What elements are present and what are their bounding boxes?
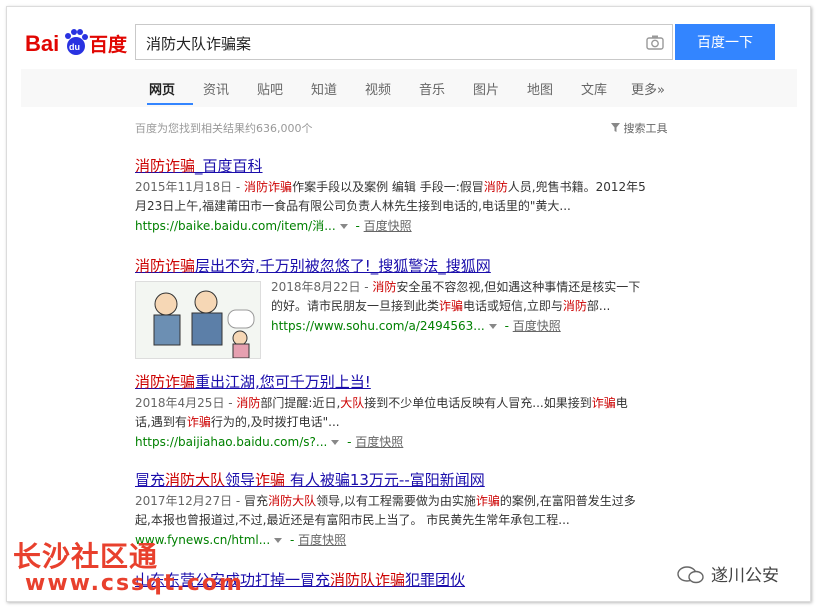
result-count: 百度为您找到相关结果约636,000个 [135,122,313,135]
svg-text:百度: 百度 [89,33,128,56]
search-box[interactable] [135,24,673,60]
search-tools-label: 搜索工具 [623,122,668,135]
search-result: 消防诈骗层出不穷,千万别被忽悠了!_搜狐警法_搜狐网 2018年8月22日 - … [135,255,675,359]
snapshot-link[interactable]: 百度快照 [513,319,561,333]
search-result: 冒充消防大队领导诈骗 有人被骗13万元--富阳新闻网 2017年12月27日 -… [135,469,675,548]
svg-text:du: du [69,42,80,52]
watermark-site-name: 长沙社区通 [13,540,159,573]
tab-tieba[interactable]: 贴吧 [257,79,283,98]
wechat-icon [677,566,704,584]
search-button[interactable]: 百度一下 [675,24,775,60]
tab-images[interactable]: 图片 [473,79,499,98]
tab-map[interactable]: 地图 [527,79,553,98]
chevron-down-icon[interactable] [274,538,283,543]
watermark-account: 遂川公安 [711,566,779,586]
result-thumbnail[interactable] [135,281,261,359]
search-result: 消防诈骗_百度百科 2015年11月18日 - 消防诈骗作案手段以及案例 编辑 … [135,155,675,234]
camera-icon[interactable] [646,34,664,50]
chevron-down-icon[interactable] [331,440,340,445]
result-title[interactable]: 消防诈骗重出江湖,您可千万别上当! [135,371,675,392]
snapshot-link[interactable]: 百度快照 [355,435,403,449]
watermark-site-url: www.cssqt.com [25,571,244,596]
nav-tabs: 网页 资讯 贴吧 知道 视频 音乐 图片 地图 文库 更多» [21,69,797,107]
result-url[interactable]: https://baike.baidu.com/item/消... - 百度快照 [135,217,675,234]
result-url[interactable]: https://baijiahao.baidu.com/s?... - 百度快照 [135,433,675,450]
result-title[interactable]: 消防诈骗层出不穷,千万别被忽悠了!_搜狐警法_搜狐网 [135,255,675,276]
tab-news[interactable]: 资讯 [203,79,229,98]
tab-webpage[interactable]: 网页 [149,79,175,98]
browser-frame: Bai du 百度 百度一下 网页 资讯 [6,6,811,602]
tab-music[interactable]: 音乐 [419,79,445,98]
result-url[interactable]: www.fynews.cn/html... - 百度快照 [135,531,675,548]
result-abstract: 2017年12月27日 - 冒充消防大队领导,以有工程需要做为由实施诈骗的案例,… [135,494,636,527]
result-title[interactable]: 消防诈骗_百度百科 [135,155,675,176]
snapshot-link[interactable]: 百度快照 [364,219,412,233]
active-tab-indicator [147,103,193,105]
baidu-logo[interactable]: Bai du 百度 [25,27,135,57]
search-result: 消防诈骗重出江湖,您可千万别上当! 2018年4月25日 - 消防部门提醒:近日… [135,371,675,450]
tab-zhidao[interactable]: 知道 [311,79,337,98]
search-input[interactable] [144,31,638,55]
result-abstract: 2018年4月25日 - 消防部门提醒:近日,大队接到不少单位电话反映有人冒充.… [135,396,628,429]
search-header: Bai du 百度 百度一下 [7,7,810,69]
result-abstract: 2015年11月18日 - 消防诈骗作案手段以及案例 编辑 手段一:假冒消防人员… [135,180,646,213]
tab-video[interactable]: 视频 [365,79,391,98]
result-abstract: 2018年8月22日 - 消防安全虽不容忽视,但如遇这种事情还是核实一下 的好。… [271,280,641,313]
tab-more[interactable]: 更多» [631,79,665,98]
snapshot-link[interactable]: 百度快照 [298,533,346,547]
chevron-down-icon[interactable] [339,224,348,229]
search-tools[interactable]: 搜索工具 [611,120,668,136]
result-url[interactable]: https://www.sohu.com/a/2494563... - 百度快照 [271,317,675,334]
filter-icon [611,123,620,132]
result-title[interactable]: 冒充消防大队领导诈骗 有人被骗13万元--富阳新闻网 [135,469,675,490]
svg-text:Bai: Bai [25,31,59,56]
chevron-down-icon[interactable] [488,324,497,329]
tab-wenku[interactable]: 文库 [581,79,607,98]
